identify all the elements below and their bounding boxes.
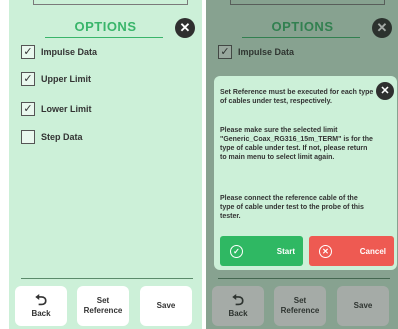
dialog-paragraph-2: Please make sure the selected limit "Gen…: [220, 127, 373, 161]
checkbox-checked-icon[interactable]: ✓: [21, 102, 35, 116]
checkbox-unchecked-icon[interactable]: [21, 130, 35, 144]
checkbox-checked-icon[interactable]: ✓: [21, 45, 35, 59]
check-circle-icon: ✓: [230, 244, 243, 258]
start-label: Start: [276, 246, 295, 256]
option-impulse-data[interactable]: ✓ Impulse Data: [21, 44, 97, 60]
title-underline: [45, 37, 163, 38]
option-label: Upper Limit: [41, 74, 92, 84]
dialog-close-icon[interactable]: ✕: [376, 82, 394, 100]
set-reference-label: Set Reference: [83, 296, 123, 315]
close-icon[interactable]: ✕: [175, 18, 195, 38]
set-reference-dialog: ✕ Set Reference must be executed for eac…: [214, 76, 397, 270]
page-title: OPTIONS: [74, 19, 137, 34]
set-reference-button[interactable]: Set Reference: [77, 286, 129, 326]
cancel-label: Cancel: [359, 246, 386, 256]
option-label: Lower Limit: [41, 104, 92, 114]
option-label: Step Data: [41, 132, 83, 142]
options-panel-with-dialog: OPTIONS ✕ ✓ Impulse Data ⮌ Back Set Refe…: [206, 0, 398, 329]
x-circle-icon: ✕: [319, 244, 332, 258]
option-upper-limit[interactable]: ✓ Upper Limit: [21, 71, 91, 87]
save-button[interactable]: Save: [140, 286, 192, 326]
dialog-paragraph-3: Please connect the reference cable of th…: [220, 195, 364, 220]
bottom-divider: [21, 278, 193, 279]
back-label: Back: [31, 309, 51, 318]
back-button[interactable]: ⮌ Back: [15, 286, 67, 326]
option-lower-limit[interactable]: ✓ Lower Limit: [21, 101, 92, 117]
cancel-button[interactable]: ✕ Cancel: [309, 236, 394, 266]
dialog-paragraph-1: Set Reference must be executed for each …: [220, 89, 374, 105]
options-panel: OPTIONS ✕ ✓ Impulse Data ✓ Upper Limit ✓…: [9, 0, 202, 329]
top-divider: [33, 0, 188, 5]
back-arrow-icon: ⮌: [34, 292, 47, 309]
save-label: Save: [156, 301, 176, 310]
start-button[interactable]: ✓ Start: [220, 236, 303, 266]
option-label: Impulse Data: [41, 47, 98, 57]
checkbox-checked-icon[interactable]: ✓: [21, 72, 35, 86]
option-step-data[interactable]: Step Data: [21, 129, 83, 145]
